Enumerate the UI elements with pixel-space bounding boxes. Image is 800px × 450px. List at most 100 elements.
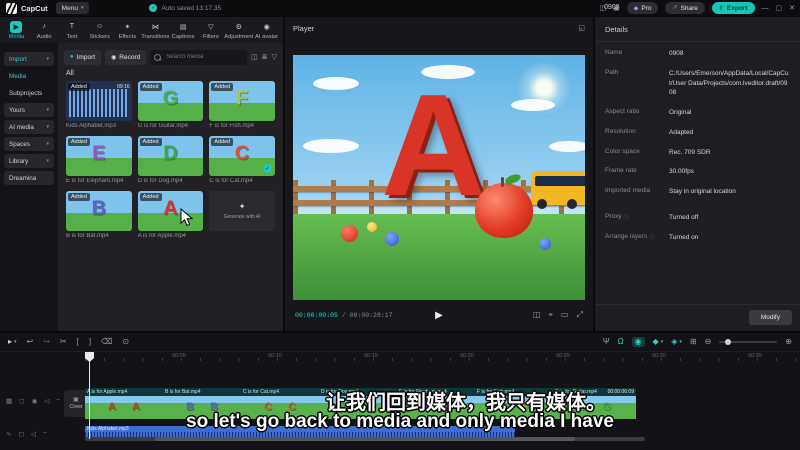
- chevron-down-icon[interactable]: ▾: [679, 339, 682, 345]
- added-badge: Added: [68, 193, 90, 201]
- import-button[interactable]: ● Import: [64, 49, 102, 65]
- video-thumbnail[interactable]: Added B: [66, 191, 132, 231]
- chevron-down-icon[interactable]: ▾: [661, 339, 664, 345]
- auto-snap-icon[interactable]: ◉: [631, 337, 645, 347]
- tab-ai-avatar[interactable]: ◉ AI avatar: [253, 21, 280, 40]
- tab-transitions[interactable]: ⋈ Transitions: [141, 21, 169, 40]
- compare-icon[interactable]: ◫: [533, 311, 541, 319]
- share-button[interactable]: ↗ Share: [665, 2, 705, 14]
- link-preview-icon[interactable]: ◈: [671, 338, 677, 346]
- split-icon[interactable]: ✂: [60, 338, 67, 346]
- tab-media[interactable]: ▶ Media: [3, 20, 30, 40]
- zoom-in-icon[interactable]: ⊕: [785, 338, 792, 346]
- delete-left-icon[interactable]: [: [77, 338, 79, 346]
- fullscreen-icon[interactable]: ⤢: [577, 311, 583, 319]
- info-icon[interactable]: ⓘ: [624, 213, 630, 221]
- export-icon: ⇧: [718, 5, 724, 12]
- transitions-icon: ⋈: [151, 23, 159, 31]
- media-item-name: Kids Alphabet.mp3: [66, 123, 117, 129]
- record-button[interactable]: ◉ Record: [105, 49, 147, 65]
- media-item-kids-alphabet[interactable]: Added 09:16 Kids Alphabet.mp3: [66, 81, 132, 129]
- delete-icon[interactable]: ⌫: [101, 338, 112, 346]
- ripple-edit-icon[interactable]: ◆: [653, 338, 659, 346]
- chevron-down-icon[interactable]: ▾: [14, 339, 17, 345]
- sidebar-item-import[interactable]: Import ▾: [4, 52, 54, 66]
- close-button[interactable]: ✕: [789, 4, 795, 12]
- tab-audio[interactable]: ♪ Audio: [31, 21, 58, 40]
- autosave-status: Auto saved 13:17:35: [161, 4, 222, 12]
- added-badge: Added: [68, 138, 90, 146]
- sidebar-item-spaces[interactable]: Spaces ▾: [4, 137, 54, 151]
- media-sidebar: Import ▾ Media Subprojects Yours ▾ AI medi…: [0, 43, 58, 331]
- left-panel: ▶ Media ♪ Audio T Text ☺ Stickers ✶ Effects ⋈…: [0, 17, 283, 331]
- tab-stickers[interactable]: ☺ Stickers: [86, 21, 113, 40]
- tab-captions[interactable]: ▤ Captions: [170, 21, 197, 40]
- maximize-button[interactable]: ▢: [776, 4, 783, 12]
- detail-row-frame-rate: Frame rate 30.00fps: [605, 167, 694, 176]
- video-thumbnail[interactable]: Added C ✓: [209, 136, 275, 176]
- media-item-e-elephant[interactable]: Added E E is for Elephant.mp4: [66, 136, 132, 184]
- video-thumbnail[interactable]: Added G: [137, 81, 204, 121]
- delete-right-icon[interactable]: ]: [89, 338, 91, 346]
- undo-icon[interactable]: ↩: [27, 338, 34, 346]
- video-preview[interactable]: A: [293, 55, 585, 300]
- select-tool-icon[interactable]: ▸: [8, 338, 12, 346]
- redo-icon[interactable]: ↪: [43, 338, 50, 346]
- audio-thumbnail[interactable]: Added 09:16: [66, 81, 132, 121]
- sidebar-item-dreamina[interactable]: Dreamina: [4, 171, 54, 185]
- quality-selector-icon[interactable]: ▭: [561, 311, 569, 319]
- video-thumbnail[interactable]: Added A: [137, 191, 204, 231]
- pip-icon[interactable]: ▣: [613, 5, 620, 12]
- video-thumbnail[interactable]: Added E: [66, 136, 132, 176]
- info-icon[interactable]: ⓘ: [649, 233, 655, 241]
- media-item-c-cat[interactable]: Added C ✓ C is for Cat.mp4: [209, 136, 275, 184]
- modify-button[interactable]: Modify: [748, 310, 792, 325]
- type-filter-icon[interactable]: ▽: [272, 54, 277, 61]
- generate-with-ai-tile[interactable]: ✦ Generate with AI: [209, 191, 275, 231]
- added-badge: Added: [211, 83, 234, 91]
- play-button[interactable]: ▶: [435, 310, 443, 321]
- media-item-a-apple[interactable]: Added A A is for Apple.mp4: [137, 191, 204, 239]
- video-thumbnail[interactable]: Added D: [137, 136, 204, 176]
- added-badge: Added: [68, 83, 90, 91]
- layout-icon[interactable]: ◫: [599, 5, 606, 12]
- preview-axis-icon[interactable]: ⊞: [690, 338, 697, 346]
- snapshot-icon[interactable]: ⌖: [549, 311, 554, 319]
- view-toggle-icon[interactable]: ◫: [251, 54, 258, 61]
- sort-icon[interactable]: ≣: [262, 54, 268, 61]
- text-icon: T: [69, 23, 75, 30]
- player-expand-icon[interactable]: ◱: [578, 25, 585, 32]
- freeze-icon[interactable]: ⊙: [122, 338, 129, 346]
- detail-row-imported-media: Imported media Stay in original location: [605, 187, 736, 195]
- tab-effects[interactable]: ✶ Effects: [114, 21, 141, 40]
- minimize-button[interactable]: —: [762, 5, 769, 12]
- sidebar-item-subprojects[interactable]: Subprojects: [4, 86, 54, 100]
- cloud-graphic: [303, 139, 359, 153]
- filter-all-label[interactable]: All: [66, 70, 74, 77]
- video-thumbnail[interactable]: Added F: [209, 81, 275, 121]
- search-box[interactable]: [150, 49, 248, 65]
- tab-filters[interactable]: ▽ Filters: [198, 21, 225, 40]
- magnet-snap-icon[interactable]: Ω: [618, 338, 624, 346]
- timeline-ruler[interactable]: 00:05 00:10 00:15 00:20 00:25 00:30 00:3…: [0, 352, 800, 362]
- media-item-d-dog[interactable]: Added D D is for Dog.mp4: [137, 136, 204, 184]
- zoom-out-icon[interactable]: ⊖: [705, 338, 712, 346]
- voiceover-mic-icon[interactable]: Ψ: [603, 338, 610, 346]
- tab-adjustment[interactable]: ⚙ Adjustment: [224, 21, 253, 40]
- export-button[interactable]: ⇧ Export: [711, 2, 755, 14]
- media-item-b-bat[interactable]: Added B B is for Bat.mp4: [66, 191, 132, 239]
- detail-row-arrange-layers: Arrange layers ⓘ Turned on: [605, 232, 699, 241]
- sidebar-item-media[interactable]: Media: [4, 69, 54, 83]
- media-item-name: D is for Dog.mp4: [137, 178, 183, 184]
- search-input[interactable]: [164, 53, 244, 61]
- timeline-horizontal-scrollbar[interactable]: [85, 437, 645, 441]
- media-item-g-guitar[interactable]: Added G G is for Guitar.mp4: [137, 81, 204, 129]
- menu-button[interactable]: Menu ▾: [55, 2, 90, 14]
- tab-text[interactable]: T Text: [59, 21, 86, 40]
- sidebar-item-ai-media[interactable]: AI media ▾: [4, 120, 54, 134]
- timeline-zoom-slider[interactable]: [719, 339, 778, 345]
- media-item-f-fish[interactable]: Added F F is for Fish.mp4: [209, 81, 275, 129]
- sidebar-item-library[interactable]: Library ▾: [4, 154, 54, 168]
- pro-button[interactable]: ◆ Pro: [626, 2, 659, 14]
- sidebar-item-yours[interactable]: Yours ▾: [4, 103, 54, 117]
